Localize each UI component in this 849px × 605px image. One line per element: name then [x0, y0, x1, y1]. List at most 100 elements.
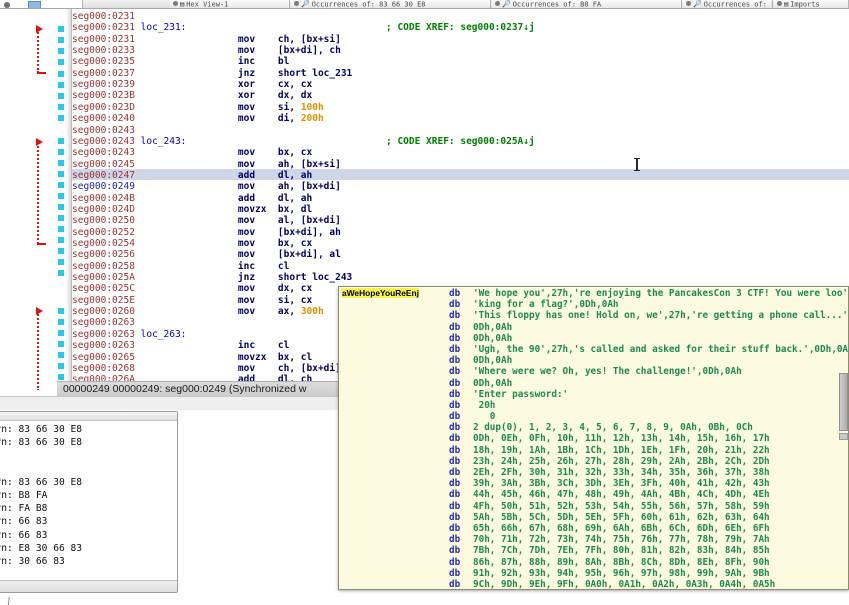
line-spacer: [135, 79, 238, 90]
line-address: seg000:0231: [72, 33, 135, 45]
tab-occurrences-1[interactable]: 🔎 Occurrences of: 83 66 30 E8: [291, 0, 491, 8]
disassembly-line[interactable]: seg000:0263 loc_263: ; CODE XREF: seg000…: [72, 329, 535, 340]
disassembly-line[interactable]: seg000:0239 xor cx, cx: [72, 79, 312, 90]
disassembly-line[interactable]: seg000:0256 mov [bx+di], al: [72, 249, 341, 260]
disassembly-line[interactable]: seg000:0265 movzx bx, cl: [72, 352, 312, 363]
hint-keyword: db: [449, 578, 461, 590]
line-mnemonic: mov: [237, 306, 278, 318]
tab-occurrences-2[interactable]: 🔎 Occurrences of: B8 FA: [492, 0, 682, 8]
output-log-line: y pattern: B8 FA: [0, 490, 48, 502]
hint-keyword: db: [449, 511, 461, 523]
marker-dot: [58, 149, 64, 155]
disassembly-line[interactable]: seg000:025E mov si, cx: [72, 295, 312, 306]
line-operands: di,: [277, 113, 301, 125]
hint-scrollbar-track[interactable]: [839, 433, 848, 440]
marker-dot: [58, 248, 64, 254]
line-operands: ah, [bx+si]: [277, 158, 341, 170]
disassembly-line[interactable]: seg000:0268 mov ch, [bx+di]: [72, 363, 341, 374]
disassembly-line[interactable]: seg000:0263: [72, 317, 135, 328]
disassembly-line[interactable]: seg000:0237 jnz short loc_231: [72, 68, 352, 79]
hint-keyword: db: [449, 467, 461, 478]
line-spacer: [135, 295, 238, 306]
hint-value: 44h, 45h, 46h, 47h, 48h, 49h, 4Ah, 4Bh, …: [473, 489, 770, 501]
disassembly-line[interactable]: seg000:024D movzx bx, dl: [72, 204, 312, 215]
line-spacer: [135, 102, 238, 113]
disassembly-line[interactable]: seg000:025C mov dx, cx: [72, 283, 312, 294]
line-label[interactable]: loc_231:: [135, 22, 370, 33]
line-label[interactable]: loc_263:: [135, 329, 370, 340]
output-log-line: [0, 463, 177, 476]
disassembly-line[interactable]: seg000:0240 mov di, 200h: [72, 113, 324, 124]
disassembly-line[interactable]: seg000:023D mov si, 100h: [72, 102, 324, 113]
disassembly-line[interactable]: seg000:0243: [72, 125, 135, 136]
disassembly-line[interactable]: seg000:0258 inc cl: [72, 261, 289, 272]
tab-label: Hex View-1: [186, 0, 229, 9]
line-address: seg000:0243: [72, 147, 135, 159]
line-mnemonic: mov: [237, 215, 278, 227]
tab-strip[interactable]: ▤ Hex View-1 🔎 Occurrences of: 83 66 30 E8…: [0, 0, 849, 9]
line-mnemonic: inc: [237, 260, 278, 272]
hint-keyword: db: [449, 455, 461, 467]
tab-occurrences-3[interactable]: 🔎Occurrences of: 57 66: [683, 0, 773, 8]
hint-value: 0Dh,0Ah: [473, 355, 513, 367]
hint-value: 23h, 24h, 25h, 26h, 27h, 28h, 29h, 2Ah, …: [473, 455, 770, 467]
marker-dot: [58, 270, 64, 276]
marker-dot: [58, 363, 64, 369]
disassembly-line[interactable]: seg000:0247 add dl, ah: [72, 170, 312, 181]
tab-hex-view[interactable]: ▤ Hex View-1: [170, 0, 290, 9]
jump-arrow-line: [37, 142, 39, 244]
line-mnemonic: xor: [237, 90, 278, 102]
disassembly-line[interactable]: seg000:024B add dl, ah: [72, 193, 312, 204]
hint-keyword: db: [449, 567, 461, 579]
hint-keyword: db: [449, 388, 461, 400]
line-spacer: [135, 249, 238, 260]
marker-dot: [58, 59, 64, 65]
disassembly-line[interactable]: seg000:0243 mov bx, cx: [72, 147, 312, 158]
line-label[interactable]: loc_243:: [135, 136, 370, 147]
line-operands: si, cx: [277, 294, 313, 306]
tab-imports[interactable]: ▤ Imports: [774, 0, 849, 8]
jump-arrow-tail: [37, 243, 46, 245]
line-address: seg000:0247: [72, 169, 135, 181]
disassembly-line[interactable]: seg000:0231: [72, 11, 135, 22]
hint-keyword: db: [449, 366, 461, 378]
window-resize-handle[interactable]: [7, 596, 10, 605]
disassembly-line[interactable]: seg000:0233 mov [bx+di], ch: [72, 45, 341, 56]
line-spacer: [135, 181, 238, 192]
output-log-line: y pattern: 66 83: [0, 516, 48, 528]
disassembly-line[interactable]: seg000:0231 mov ch, [bx+si]: [72, 34, 341, 45]
disassembly-line[interactable]: seg000:0250 mov al, [bx+di]: [72, 215, 341, 226]
output-window-titlebar[interactable]: [0, 412, 177, 421]
line-operands: bx, cx: [277, 238, 313, 249]
hint-value: 0Dh,0Ah: [473, 377, 513, 389]
hint-value: 'king for a flag?',0Dh,0Ah: [473, 299, 619, 311]
hint-scrollbar-thumb[interactable]: [839, 373, 848, 431]
line-operands: ch, [bx+di]: [277, 362, 341, 374]
marker-dot: [58, 226, 64, 232]
line-mnemonic: mov: [237, 226, 278, 238]
disassembly-line[interactable]: seg000:0249 mov ah, [bx+di]: [72, 181, 341, 192]
line-operands: dl, ah: [277, 169, 313, 181]
disassembly-line[interactable]: seg000:0231 loc_231: ; CODE XREF: seg000…: [72, 22, 535, 33]
disassembly-line[interactable]: seg000:025A jnz short loc_243: [72, 272, 352, 283]
hint-value: 86h, 87h, 88h, 89h, 8Ah, 8Bh, 8Ch, 8Dh, …: [473, 556, 770, 568]
disassembly-line[interactable]: seg000:0263 inc cl: [72, 340, 289, 351]
disassembly-line[interactable]: seg000:0252 mov [bx+di], ah: [72, 227, 341, 238]
line-operands: bl: [277, 56, 290, 68]
disassembly-line[interactable]: seg000:0260 mov ax, 300h: [72, 306, 324, 317]
disassembly-line[interactable]: seg000:0243 loc_243: ; CODE XREF: seg000…: [72, 136, 535, 147]
disassembly-line[interactable]: seg000:0254 mov bx, cx: [72, 238, 312, 249]
disassembly-line[interactable]: seg000:0245 mov ah, [bx+si]: [72, 159, 341, 170]
tab-corner-active[interactable]: [0, 0, 83, 8]
marker-dot: [58, 48, 64, 54]
marker-dot: [58, 82, 64, 88]
line-address: seg000:0258: [72, 260, 135, 272]
hint-value: 5Ah, 5Bh, 5Ch, 5Dh, 5Eh, 5Fh, 60h, 61h, …: [473, 511, 770, 523]
disassembly-line[interactable]: seg000:023B xor dx, dx: [72, 90, 312, 101]
line-spacer: [135, 238, 238, 249]
line-spacer: [135, 283, 238, 294]
line-mnemonic: mov: [237, 101, 278, 113]
output-window[interactable]: y pattern: 83 66 30 E8 y pattern: 83 66 3…: [0, 411, 178, 593]
output-log-line: y pattern: 66 83: [0, 529, 48, 541]
disassembly-line[interactable]: seg000:0235 inc bl: [72, 56, 289, 67]
